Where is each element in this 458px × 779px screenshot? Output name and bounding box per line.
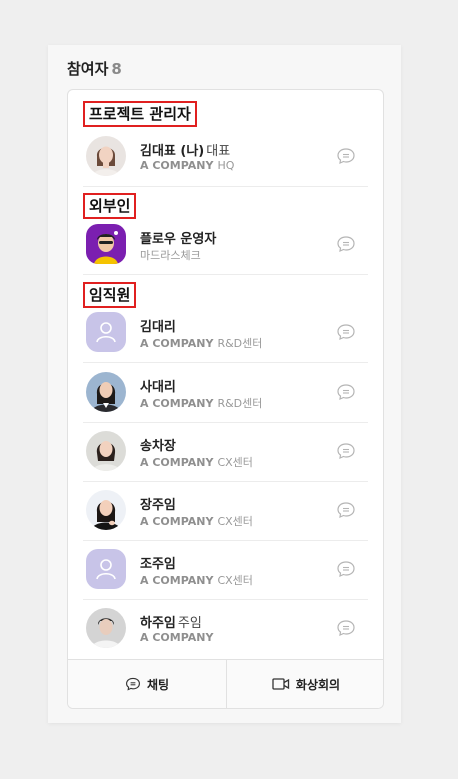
chat-icon[interactable]: [336, 559, 356, 579]
participant-company: A COMPANY: [140, 574, 214, 587]
video-call-button[interactable]: 화상회의: [226, 660, 383, 708]
participant-name-text: 플로우 운영자: [140, 232, 217, 247]
avatar: [86, 312, 126, 352]
participant-dept: CX센터: [217, 515, 253, 528]
chat-icon[interactable]: [336, 146, 356, 166]
participant-company: 마드라스체크: [140, 249, 201, 262]
chat-icon[interactable]: [336, 234, 356, 254]
participant-name: 김대리: [140, 316, 176, 335]
participant-name: 사대리: [140, 376, 176, 395]
participant-company: A COMPANY: [140, 159, 214, 172]
chat-icon[interactable]: [336, 382, 356, 402]
chat-icon[interactable]: [336, 500, 356, 520]
participant-affiliation: A COMPANY: [140, 631, 213, 644]
participant-name-text: 김대표 (나): [140, 144, 205, 159]
video-call-button-label: 화상회의: [295, 677, 341, 692]
avatar: [86, 136, 126, 176]
participant-dept: CX센터: [217, 456, 253, 469]
avatar: [86, 608, 126, 648]
participant-affiliation: A COMPANY R&D센터: [140, 335, 262, 351]
participant-affiliation: 마드라스체크: [140, 247, 201, 263]
participants-panel: 참여자 8 프로젝트 관리자 김대표 (나) 대표 A COMPANY HQ 외부인: [48, 45, 401, 723]
participant-affiliation: A COMPANY HQ: [140, 159, 234, 172]
panel-title-text: 참여자: [67, 60, 109, 78]
participant-company: A COMPANY: [140, 456, 214, 469]
participant-name: 장주임: [140, 494, 176, 513]
participant-dept: HQ: [217, 159, 235, 172]
participant-row[interactable]: 조주임 A COMPANY CX센터: [83, 541, 368, 600]
participant-name-text: 송차장: [140, 439, 176, 454]
person-icon: [96, 322, 116, 343]
section-label-project-manager: 프로젝트 관리자: [83, 101, 197, 127]
participant-dept: R&D센터: [217, 337, 263, 350]
participant-count: 8: [111, 60, 122, 78]
avatar: [86, 372, 126, 412]
participant-name: 플로우 운영자: [140, 228, 216, 247]
participant-dept: CX센터: [217, 574, 253, 587]
participant-row[interactable]: 플로우 운영자 마드라스체크: [83, 216, 368, 275]
avatar: [86, 431, 126, 471]
participant-affiliation: A COMPANY CX센터: [140, 454, 253, 470]
participant-name: 조주임: [140, 553, 176, 572]
participant-role: 대표: [206, 144, 231, 159]
participants-card: 프로젝트 관리자 김대표 (나) 대표 A COMPANY HQ 외부인 플로우…: [67, 89, 384, 709]
person-icon: [96, 559, 116, 580]
chat-icon[interactable]: [336, 322, 356, 342]
participant-company: A COMPANY: [140, 397, 214, 410]
chat-icon[interactable]: [336, 441, 356, 461]
participants-footer: 채팅 화상회의: [68, 659, 383, 708]
participant-name: 김대표 (나) 대표: [140, 140, 230, 159]
chat-button-label: 채팅: [146, 677, 170, 692]
chat-button[interactable]: 채팅: [68, 660, 226, 708]
participant-affiliation: A COMPANY CX센터: [140, 572, 253, 588]
participant-row[interactable]: 김대표 (나) 대표 A COMPANY HQ: [83, 128, 368, 187]
participant-affiliation: A COMPANY CX센터: [140, 513, 253, 529]
participant-name-text: 사대리: [140, 380, 176, 395]
chat-icon[interactable]: [336, 618, 356, 638]
participant-dept: R&D센터: [217, 397, 263, 410]
participant-company: A COMPANY: [140, 515, 214, 528]
participant-name-text: 김대리: [140, 320, 176, 335]
participant-affiliation: A COMPANY R&D센터: [140, 395, 262, 411]
avatar: [86, 490, 126, 530]
participant-row[interactable]: 사대리 A COMPANY R&D센터: [83, 364, 368, 423]
participant-name: 송차장: [140, 435, 176, 454]
participant-row[interactable]: 하주임 주임 A COMPANY: [83, 600, 368, 659]
participant-name: 하주임 주임: [140, 612, 202, 631]
avatar: [86, 549, 126, 589]
participant-name-text: 하주임: [140, 616, 176, 631]
participant-row[interactable]: 김대리 A COMPANY R&D센터: [83, 304, 368, 363]
panel-title: 참여자 8: [67, 58, 122, 79]
participant-row[interactable]: 송차장 A COMPANY CX센터: [83, 423, 368, 482]
participant-name-text: 장주임: [140, 498, 176, 513]
participant-company: A COMPANY: [140, 337, 214, 350]
video-camera-icon: [272, 678, 290, 690]
chat-bubble-icon: [125, 677, 140, 691]
participant-row[interactable]: 장주임 A COMPANY CX센터: [83, 482, 368, 541]
participant-name-text: 조주임: [140, 557, 176, 572]
participant-role: 주임: [177, 616, 202, 631]
avatar: [86, 224, 126, 264]
participant-company: A COMPANY: [140, 631, 214, 644]
